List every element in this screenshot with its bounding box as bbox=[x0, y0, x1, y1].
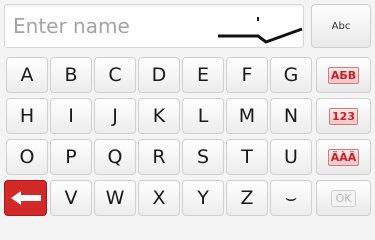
key-a[interactable]: A bbox=[6, 57, 48, 93]
key-r[interactable]: R bbox=[138, 139, 180, 175]
key-j[interactable]: J bbox=[94, 98, 136, 134]
abc-key-label: Abc bbox=[331, 20, 351, 32]
key-f[interactable]: F bbox=[226, 57, 268, 93]
key-n[interactable]: N bbox=[270, 98, 312, 134]
abc-key[interactable]: Abc bbox=[311, 4, 371, 48]
ok-key[interactable]: OK bbox=[316, 180, 371, 216]
key-y[interactable]: Y bbox=[182, 180, 224, 216]
letters-mode-label: АБВ bbox=[327, 66, 360, 84]
key-o[interactable]: O bbox=[6, 139, 48, 175]
key-v[interactable]: V bbox=[50, 180, 92, 216]
key-z[interactable]: Z bbox=[226, 180, 268, 216]
key-q[interactable]: Q bbox=[94, 139, 136, 175]
accents-mode-key[interactable]: ÄÀÄ bbox=[316, 139, 371, 175]
numbers-mode-label: 123 bbox=[329, 107, 358, 125]
backspace-arrow-icon bbox=[10, 191, 41, 205]
key-m[interactable]: M bbox=[226, 98, 268, 134]
name-input[interactable] bbox=[5, 5, 303, 47]
ok-key-label: OK bbox=[330, 189, 357, 207]
backspace-key[interactable] bbox=[4, 180, 47, 216]
letters-mode-key[interactable]: АБВ bbox=[316, 57, 371, 93]
key-h[interactable]: H bbox=[6, 98, 48, 134]
key-p[interactable]: P bbox=[50, 139, 92, 175]
key-b[interactable]: B bbox=[50, 57, 92, 93]
key-d[interactable]: D bbox=[138, 57, 180, 93]
key-w[interactable]: W bbox=[94, 180, 136, 216]
space-key[interactable]: ⌣ bbox=[270, 180, 312, 216]
key-u[interactable]: U bbox=[270, 139, 312, 175]
key-t[interactable]: T bbox=[226, 139, 268, 175]
key-g[interactable]: G bbox=[270, 57, 312, 93]
numbers-mode-key[interactable]: 123 bbox=[316, 98, 371, 134]
key-e[interactable]: E bbox=[182, 57, 224, 93]
key-c[interactable]: C bbox=[94, 57, 136, 93]
key-i[interactable]: I bbox=[50, 98, 92, 134]
key-k[interactable]: K bbox=[138, 98, 180, 134]
key-s[interactable]: S bbox=[182, 139, 224, 175]
accents-mode-label: ÄÀÄ bbox=[327, 148, 360, 166]
name-field[interactable] bbox=[4, 4, 304, 48]
key-l[interactable]: L bbox=[182, 98, 224, 134]
key-x[interactable]: X bbox=[138, 180, 180, 216]
